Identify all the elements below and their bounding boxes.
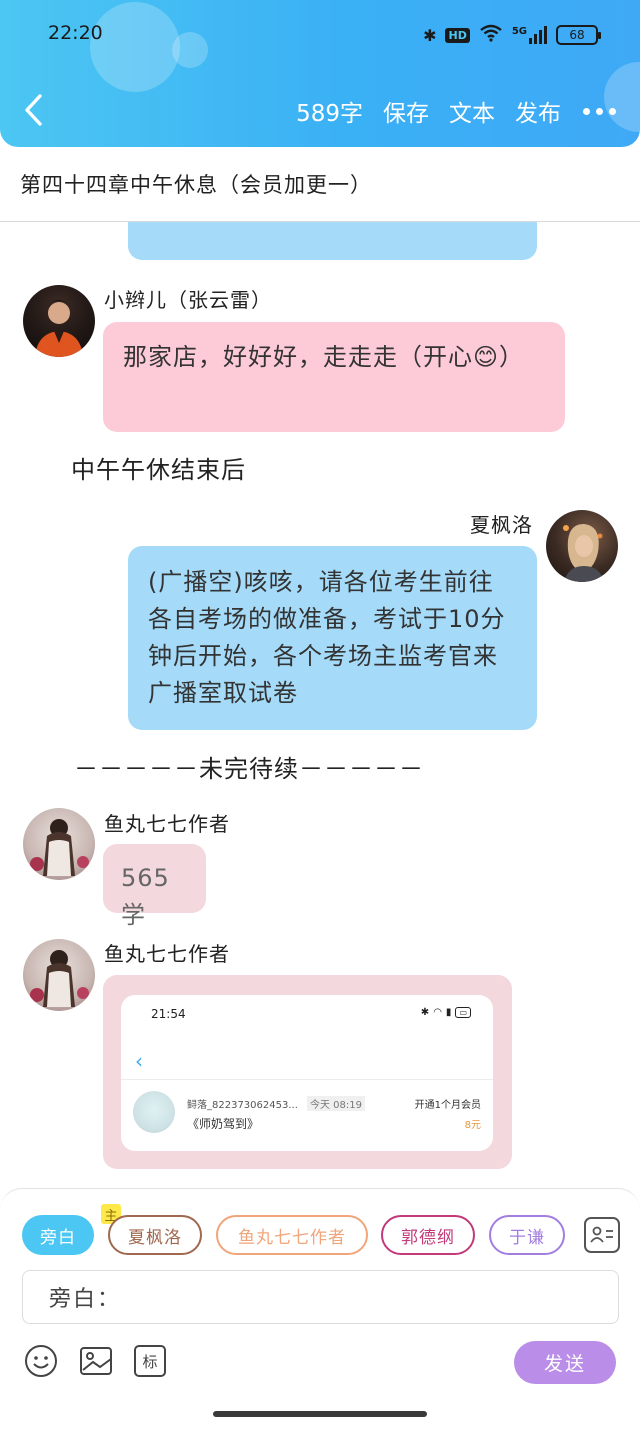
more-dots-icon[interactable]: [583, 107, 616, 115]
avatar-yuwan-qiqi[interactable]: [23, 939, 95, 1011]
avatar-zhang-yunlei[interactable]: [23, 285, 95, 357]
bluetooth-icon: ✱: [420, 1007, 430, 1018]
save-button[interactable]: 保存: [383, 94, 429, 128]
battery-icon: 68: [556, 25, 601, 45]
svg-text:标: 标: [142, 1353, 157, 1371]
signal-label: 5G: [511, 26, 527, 37]
chevron-left-icon: [25, 94, 42, 126]
embedded-price: 8元: [464, 1120, 481, 1131]
publish-button[interactable]: 发布: [515, 94, 561, 128]
image-icon[interactable]: [79, 1344, 113, 1378]
word-count: 589字: [296, 101, 363, 127]
narration-text: 中午午休结束后: [71, 456, 246, 484]
embedded-date: 今天 08:19: [307, 1096, 365, 1111]
message-bubble: (广播空)咳咳，请各位考生前往各自考场的做准备，考试于10分钟后开始，各个考场主…: [128, 546, 537, 730]
app-header: 22:20 ✱ HD 5G 68 589字 保存 文本 发布: [0, 0, 640, 147]
embedded-status-icons: ✱ ◠ ▮ ▭: [421, 1007, 471, 1018]
to-be-continued-divider: －－－－－未完待续－－－－－: [74, 755, 424, 783]
status-icons: ✱ HD 5G 68: [423, 24, 601, 46]
embedded-book-title: 《师奶驾到》: [187, 1117, 260, 1131]
message-bubble: 那家店，好好好，走走走（开心😊）: [103, 322, 565, 432]
signal-icon: ▮: [445, 1007, 452, 1018]
home-indicator[interactable]: [213, 1411, 427, 1417]
role-chip-yu-qian[interactable]: 于谦: [489, 1215, 565, 1255]
embedded-username: 鲟落_822373062453...: [187, 1100, 298, 1111]
book-cover-thumbnail: [133, 1091, 175, 1133]
back-button[interactable]: [20, 92, 50, 128]
battery-icon: ▭: [455, 1007, 471, 1018]
hd-badge: HD: [445, 27, 470, 43]
speaker-name: 小辫儿（张云雷）: [104, 288, 272, 312]
embedded-vip-text: 开通1个月会员: [414, 1100, 481, 1111]
role-chips: 旁白 主 夏枫洛 鱼丸七七作者 郭德纲 于谦: [22, 1204, 622, 1255]
divider: [121, 1079, 493, 1080]
status-time: 22:20: [48, 22, 103, 44]
emoji-icon[interactable]: [24, 1344, 58, 1378]
bluetooth-icon: ✱: [423, 25, 437, 45]
chevron-left-icon: ‹: [135, 1049, 143, 1073]
role-chip-xia-fengluo[interactable]: 夏枫洛: [108, 1215, 202, 1255]
speaker-name: 鱼丸七七作者: [104, 942, 230, 966]
chat-area[interactable]: 小辫儿（张云雷） 那家店，好好好，走走走（开心😊） 中午午休结束后 夏枫洛 (广…: [0, 222, 640, 1188]
embedded-screenshot[interactable]: 21:54 ✱ ◠ ▮ ▭ ‹ 鲟落_822373062453... 今天 08…: [121, 995, 493, 1151]
send-button[interactable]: 发送: [514, 1341, 616, 1384]
embedded-time: 21:54: [151, 1007, 186, 1021]
role-chip-guo-degang[interactable]: 郭德纲: [381, 1215, 475, 1255]
speaker-name: 鱼丸七七作者: [104, 812, 230, 836]
wifi-icon: [479, 24, 503, 46]
decorative-bubble: [90, 2, 180, 92]
signal-icon: 5G: [512, 26, 547, 44]
message-input[interactable]: 旁白：: [22, 1270, 619, 1324]
avatar-yuwan-qiqi[interactable]: [23, 808, 95, 880]
chapter-title[interactable]: 第四十四章中午休息（会员加更一）: [0, 147, 640, 222]
composer-panel: 旁白 主 夏枫洛 鱼丸七七作者 郭德纲 于谦 旁白： 标 发送: [0, 1188, 640, 1429]
avatar-xia-fengluo[interactable]: [546, 510, 618, 582]
role-chip-narration[interactable]: 旁白: [22, 1215, 94, 1255]
wifi-icon: ◠: [433, 1007, 442, 1018]
message-bubble-partial: [128, 222, 537, 260]
message-bubble: 565学: [103, 844, 206, 929]
text-button[interactable]: 文本: [449, 94, 495, 128]
decorative-bubble: [172, 32, 208, 68]
contact-card-icon[interactable]: [584, 1217, 620, 1253]
role-chip-yuwan-qiqi[interactable]: 鱼丸七七作者: [216, 1215, 368, 1255]
speaker-name: 夏枫洛: [470, 513, 533, 537]
tag-icon[interactable]: 标: [133, 1344, 167, 1378]
header-toolbar: 589字 保存 文本 发布: [296, 94, 616, 128]
